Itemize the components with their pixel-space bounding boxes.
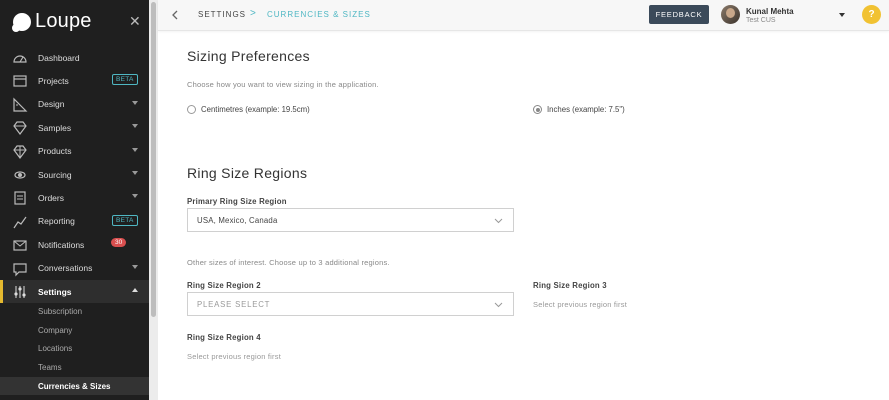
sidebar-item-label: Dashboard	[38, 52, 80, 63]
sidebar-item-label: Design	[38, 99, 65, 110]
sliders-icon	[14, 285, 26, 298]
settings-subnav: Subscription Company Locations Teams Cur…	[0, 302, 149, 396]
sidebar-nav: Dashboard Projects BETA Design Samples P…	[0, 46, 149, 304]
breadcrumb-current: CURRENCIES & SIZES	[267, 10, 371, 19]
top-bar: SETTINGS > CURRENCIES & SIZES FEEDBACK K…	[158, 0, 889, 31]
subnav-item-label: Teams	[38, 363, 62, 373]
projects-icon	[13, 75, 27, 87]
user-name[interactable]: Kunal Mehta	[746, 7, 794, 16]
chevron-down-icon[interactable]	[132, 170, 138, 175]
radio-button[interactable]	[187, 105, 196, 114]
user-org: Test CUS	[746, 17, 776, 24]
chevron-down-icon	[494, 218, 503, 224]
subnav-item-company[interactable]: Company	[0, 321, 149, 340]
ring-size-regions-title: Ring Size Regions	[187, 165, 308, 181]
products-icon	[13, 144, 27, 159]
sidebar-item-label: Conversations	[38, 263, 93, 274]
orders-icon	[14, 191, 26, 205]
chevron-down-icon[interactable]	[132, 264, 138, 269]
primary-region-label: Primary Ring Size Region	[187, 197, 287, 206]
samples-icon	[13, 121, 27, 136]
select-placeholder: PLEASE SELECT	[197, 300, 271, 309]
bell-icon	[13, 240, 27, 251]
sidebar-item-design[interactable]: Design	[0, 93, 149, 116]
sidebar: Loupe ✕ Dashboard Projects BETA Design S…	[0, 0, 149, 400]
subnav-item-currencies-sizes[interactable]: Currencies & Sizes	[0, 376, 149, 396]
sidebar-item-settings[interactable]: Settings	[0, 279, 149, 304]
subnav-item-label: Locations	[38, 344, 73, 354]
chevron-down-icon[interactable]	[132, 124, 138, 129]
sidebar-item-samples[interactable]: Samples	[0, 116, 149, 139]
sidebar-item-orders[interactable]: Orders	[0, 186, 149, 209]
region3-label: Ring Size Region 3	[533, 281, 607, 290]
user-menu-caret-icon[interactable]	[839, 13, 845, 17]
sourcing-icon	[14, 171, 26, 179]
subnav-item-label: Subscription	[38, 307, 83, 316]
subnav-item-teams[interactable]: Teams	[0, 358, 149, 377]
beta-badge: BETA	[112, 214, 138, 226]
sidebar-item-label: Reporting	[38, 216, 75, 227]
dashboard-icon	[13, 55, 27, 63]
chevron-down-icon[interactable]	[132, 100, 138, 105]
chevron-left-icon[interactable]	[169, 9, 181, 21]
sidebar-item-notifications[interactable]: Notifications 30	[0, 233, 149, 256]
loupe-logo-icon	[12, 12, 31, 32]
select-value: USA, Mexico, Canada	[197, 216, 278, 225]
region2-select[interactable]: PLEASE SELECT	[187, 292, 514, 316]
sidebar-item-label: Notifications	[38, 239, 85, 250]
other-regions-help: Other sizes of interest. Choose up to 3 …	[187, 258, 390, 267]
feedback-button[interactable]: FEEDBACK	[649, 5, 709, 24]
region3-note: Select previous region first	[533, 300, 627, 309]
radio-button-checked[interactable]	[533, 105, 542, 114]
brand-name: Loupe	[35, 10, 92, 32]
chevron-down-icon[interactable]	[132, 194, 138, 199]
radio-inches[interactable]: Inches (example: 7.5")	[533, 105, 625, 114]
sidebar-item-projects[interactable]: Projects BETA	[0, 69, 149, 92]
primary-region-select[interactable]: USA, Mexico, Canada	[187, 208, 514, 232]
close-icon[interactable]: ✕	[129, 13, 141, 30]
brand[interactable]: Loupe	[11, 10, 92, 33]
chevron-down-icon[interactable]	[132, 147, 138, 152]
sidebar-item-reporting[interactable]: Reporting BETA	[0, 210, 149, 233]
subnav-item-label: Currencies & Sizes	[38, 381, 111, 391]
sidebar-item-label: Products	[38, 146, 72, 157]
breadcrumb-separator: >	[250, 8, 256, 19]
chat-icon	[13, 262, 27, 276]
region2-label: Ring Size Region 2	[187, 281, 261, 290]
subnav-item-locations[interactable]: Locations	[0, 339, 149, 358]
radio-label: Centimetres (example: 19.5cm)	[201, 105, 310, 114]
subnav-item-label: Company	[38, 325, 73, 335]
sidebar-item-label: Orders	[38, 193, 64, 204]
radio-centimetres[interactable]: Centimetres (example: 19.5cm)	[187, 105, 310, 114]
help-button[interactable]: ?	[862, 5, 881, 24]
notification-count-badge: 30	[111, 238, 127, 248]
subnav-item-subscription[interactable]: Subscription	[0, 302, 149, 321]
sidebar-item-label: Sourcing	[38, 169, 72, 180]
sidebar-item-products[interactable]: Products	[0, 140, 149, 163]
radio-label: Inches (example: 7.5")	[547, 105, 625, 114]
chevron-up-icon[interactable]	[132, 287, 138, 292]
avatar[interactable]	[721, 5, 740, 24]
sidebar-item-label: Projects	[38, 76, 69, 87]
design-icon	[13, 97, 28, 112]
sidebar-item-label: Samples	[38, 122, 72, 133]
main-content: Sizing Preferences Choose how you want t…	[158, 32, 889, 400]
beta-badge: BETA	[112, 74, 138, 86]
sizing-preferences-title: Sizing Preferences	[187, 48, 310, 64]
reporting-icon	[13, 216, 27, 229]
sidebar-item-label: Settings	[38, 286, 72, 297]
sizing-description: Choose how you want to view sizing in th…	[187, 80, 379, 89]
sidebar-item-conversations[interactable]: Conversations	[0, 257, 149, 280]
sidebar-item-dashboard[interactable]: Dashboard	[0, 46, 149, 69]
breadcrumb-settings[interactable]: SETTINGS	[198, 10, 246, 19]
chevron-down-icon	[494, 302, 503, 308]
region4-label: Ring Size Region 4	[187, 333, 261, 342]
sidebar-item-sourcing[interactable]: Sourcing	[0, 163, 149, 186]
sidebar-scrollbar-thumb[interactable]	[151, 2, 156, 317]
region4-note: Select previous region first	[187, 352, 281, 361]
